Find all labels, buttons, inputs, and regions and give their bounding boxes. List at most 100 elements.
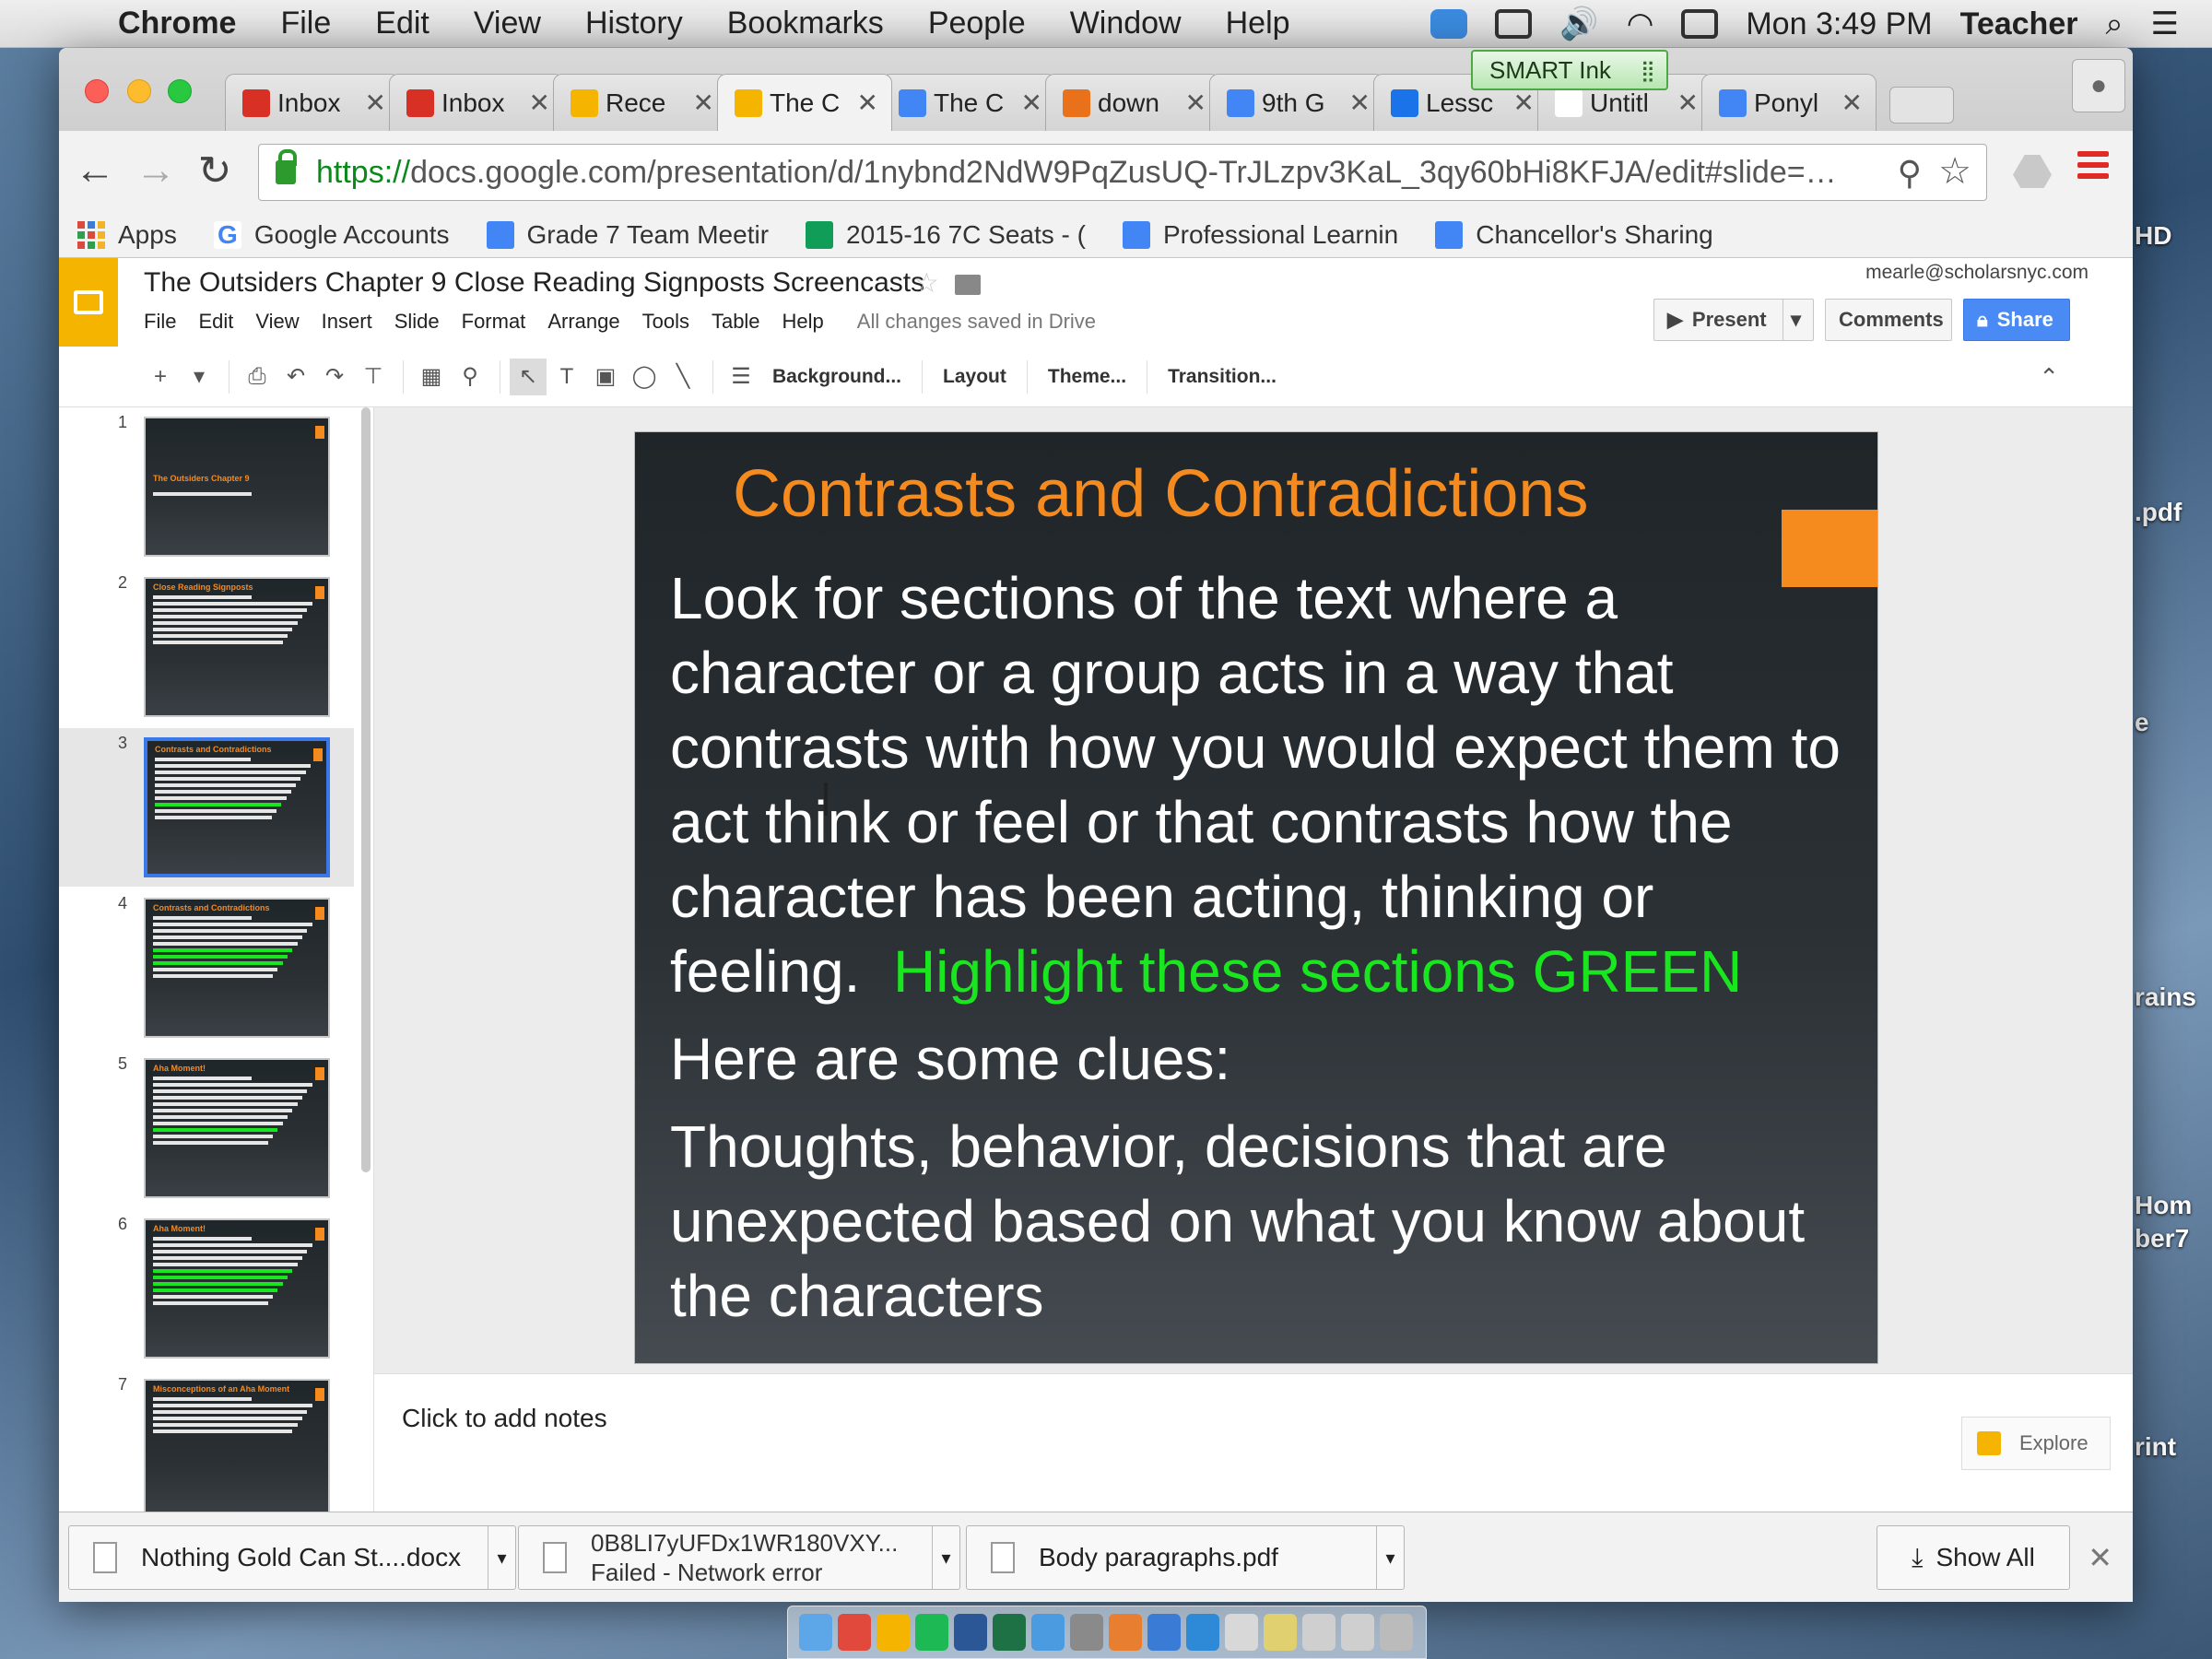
slide-thumbnail-preview[interactable]: Close Reading Signposts — [144, 577, 330, 717]
spotlight-search-icon[interactable]: ⌕ — [2105, 6, 2123, 42]
bookmark-professional-learning[interactable]: Professional Learnin — [1122, 220, 1398, 250]
print-icon[interactable]: ⎙ — [239, 359, 276, 395]
zoom-window-button[interactable] — [168, 79, 192, 103]
close-window-button[interactable] — [85, 79, 109, 103]
desktop-label-e[interactable]: e — [2135, 708, 2149, 737]
document-dock-icon[interactable] — [1225, 1614, 1258, 1651]
close-tab-icon[interactable]: ✕ — [1185, 88, 1206, 118]
close-tab-icon[interactable]: ✕ — [1677, 88, 1699, 118]
present-button[interactable]: ▶ Present — [1653, 299, 1784, 341]
drive-dock-icon[interactable] — [877, 1614, 910, 1651]
menubar-view[interactable]: View — [474, 6, 541, 41]
slide-thumbnail-preview[interactable]: Contrasts and Contradictions — [144, 737, 330, 877]
finder-icon[interactable] — [799, 1614, 832, 1651]
slide-thumbnail-7[interactable]: 7 Misconceptions of an Aha Moment — [59, 1370, 354, 1528]
menubar-window[interactable]: Window — [1070, 6, 1182, 41]
slide-body[interactable]: Look for sections of the text where a ch… — [670, 561, 1859, 1347]
show-all-downloads-button[interactable]: ⤓ Show All — [1877, 1525, 2070, 1590]
menu-help[interactable]: Help — [782, 310, 824, 334]
zoom-icon[interactable]: ⚲ — [1898, 154, 1922, 193]
save-status[interactable]: All changes saved in Drive — [857, 310, 1096, 334]
transition-button[interactable]: Transition... — [1157, 366, 1288, 388]
menubar-bookmarks[interactable]: Bookmarks — [727, 6, 884, 41]
desktop-label-rains[interactable]: rains — [2135, 982, 2196, 1012]
browser-tab[interactable]: Inbox ✕ — [225, 74, 400, 131]
notes-placeholder[interactable]: Click to add notes — [402, 1404, 607, 1433]
quicktime-icon[interactable] — [1147, 1614, 1181, 1651]
document-dock-icon[interactable] — [1264, 1614, 1297, 1651]
download-item[interactable]: Nothing Gold Can St....docx ▾ — [68, 1525, 516, 1590]
airplay-icon[interactable] — [1495, 9, 1533, 39]
desktop-label-hd[interactable]: HD — [2135, 221, 2171, 251]
menubar-edit[interactable]: Edit — [375, 6, 429, 41]
background-button[interactable]: Background... — [761, 366, 912, 388]
document-dock-icon[interactable] — [1302, 1614, 1335, 1651]
slide-thumbnail-preview[interactable]: Aha Moment! — [144, 1218, 330, 1359]
text-box-icon[interactable]: T — [548, 359, 585, 395]
volume-icon[interactable]: 🔊 — [1559, 6, 1598, 42]
slide-thumbnail-4[interactable]: 4 Contrasts and Contradictions — [59, 888, 354, 1047]
spotify-icon[interactable] — [915, 1614, 948, 1651]
desktop-label-rint[interactable]: rint — [2135, 1432, 2176, 1462]
zoom-icon[interactable]: ⚲ — [452, 359, 488, 395]
menu-slide[interactable]: Slide — [394, 310, 440, 334]
menubar-clock[interactable]: Mon 3:49 PM — [1746, 6, 1932, 42]
shape-icon[interactable]: ◯ — [626, 359, 663, 395]
menu-insert[interactable]: Insert — [322, 310, 372, 334]
slides-home-logo-icon[interactable] — [59, 258, 118, 347]
chevron-down-icon[interactable]: ▾ — [488, 1526, 515, 1589]
menu-arrange[interactable]: Arrange — [547, 310, 619, 334]
theme-button[interactable]: Theme... — [1037, 366, 1137, 388]
reload-icon[interactable]: ↻ — [192, 147, 238, 194]
menu-edit[interactable]: Edit — [198, 310, 233, 334]
speaker-notes[interactable]: Click to add notes Explore — [374, 1373, 2133, 1512]
slide-title[interactable]: Contrasts and Contradictions — [733, 456, 1588, 532]
select-arrow-icon[interactable]: ↖ — [510, 358, 547, 395]
menubar-help[interactable]: Help — [1226, 6, 1290, 41]
calendar-icon[interactable] — [1681, 9, 1719, 39]
document-title[interactable]: The Outsiders Chapter 9 Close Reading Si… — [144, 267, 924, 299]
layout-button[interactable]: Layout — [932, 366, 1018, 388]
slide-thumbnail-preview[interactable]: Aha Moment! — [144, 1058, 330, 1198]
explore-button[interactable]: Explore — [1961, 1417, 2111, 1470]
new-slide-dropdown-icon[interactable]: ▾ — [181, 359, 218, 395]
chrome-menu-icon[interactable] — [2077, 151, 2109, 184]
bookmark-7c-seats[interactable]: 2015-16 7C Seats - ( — [806, 220, 1086, 250]
menu-view[interactable]: View — [255, 310, 299, 334]
utility-icon[interactable] — [1070, 1614, 1103, 1651]
slide-thumbnail-preview[interactable]: The Outsiders Chapter 9 — [144, 417, 330, 557]
slide-thumbnail-preview[interactable]: Misconceptions of an Aha Moment — [144, 1379, 330, 1519]
close-tab-icon[interactable]: ✕ — [1349, 88, 1371, 118]
browser-tab[interactable]: The C ✕ — [881, 74, 1056, 131]
address-bar[interactable]: https://docs.google.com/presentation/d/1… — [258, 144, 1987, 201]
minimize-window-button[interactable] — [127, 79, 151, 103]
bookmark-grade7-team[interactable]: Grade 7 Team Meetir — [486, 220, 769, 250]
current-slide[interactable]: Contrasts and Contradictions Look for se… — [634, 431, 1878, 1364]
desktop-label-ber7[interactable]: ber7 — [2135, 1224, 2189, 1253]
bookmark-chancellors-sharing[interactable]: Chancellor's Sharing — [1435, 220, 1713, 250]
close-tab-icon[interactable]: ✕ — [365, 88, 386, 118]
bookmark-star-icon[interactable]: ☆ — [1938, 150, 1971, 193]
chrome-dock-icon[interactable] — [838, 1614, 871, 1651]
desktop-label-pdf[interactable]: .pdf — [2135, 498, 2182, 527]
preview-icon[interactable] — [1109, 1614, 1142, 1651]
browser-tab[interactable]: Ponyl ✕ — [1701, 74, 1877, 131]
star-icon[interactable]: ☆ — [914, 267, 939, 300]
undo-icon[interactable]: ↶ — [277, 359, 314, 395]
menu-file[interactable]: File — [144, 310, 176, 334]
close-tab-icon[interactable]: ✕ — [693, 88, 714, 118]
forward-arrow-icon[interactable]: → — [133, 147, 179, 194]
redo-icon[interactable]: ↷ — [316, 359, 353, 395]
paint-format-icon[interactable]: ⊤ — [355, 359, 392, 395]
download-item[interactable]: Body paragraphs.pdf ▾ — [966, 1525, 1405, 1590]
fit-icon[interactable]: ▦ — [413, 359, 450, 395]
slide-thumbnail-6[interactable]: 6 Aha Moment! — [59, 1209, 354, 1368]
comments-button[interactable]: Comments — [1825, 299, 1952, 341]
browser-tab[interactable]: Inbox ✕ — [389, 74, 564, 131]
menubar-history[interactable]: History — [585, 6, 683, 41]
trash-icon[interactable] — [1380, 1614, 1413, 1651]
menu-tools[interactable]: Tools — [642, 310, 689, 334]
smart-ink-toolbar[interactable]: SMART Ink ⣿ — [1471, 50, 1668, 90]
smart-board-tray-icon[interactable] — [1430, 9, 1468, 39]
desktop-label-hom[interactable]: Hom — [2135, 1191, 2192, 1220]
